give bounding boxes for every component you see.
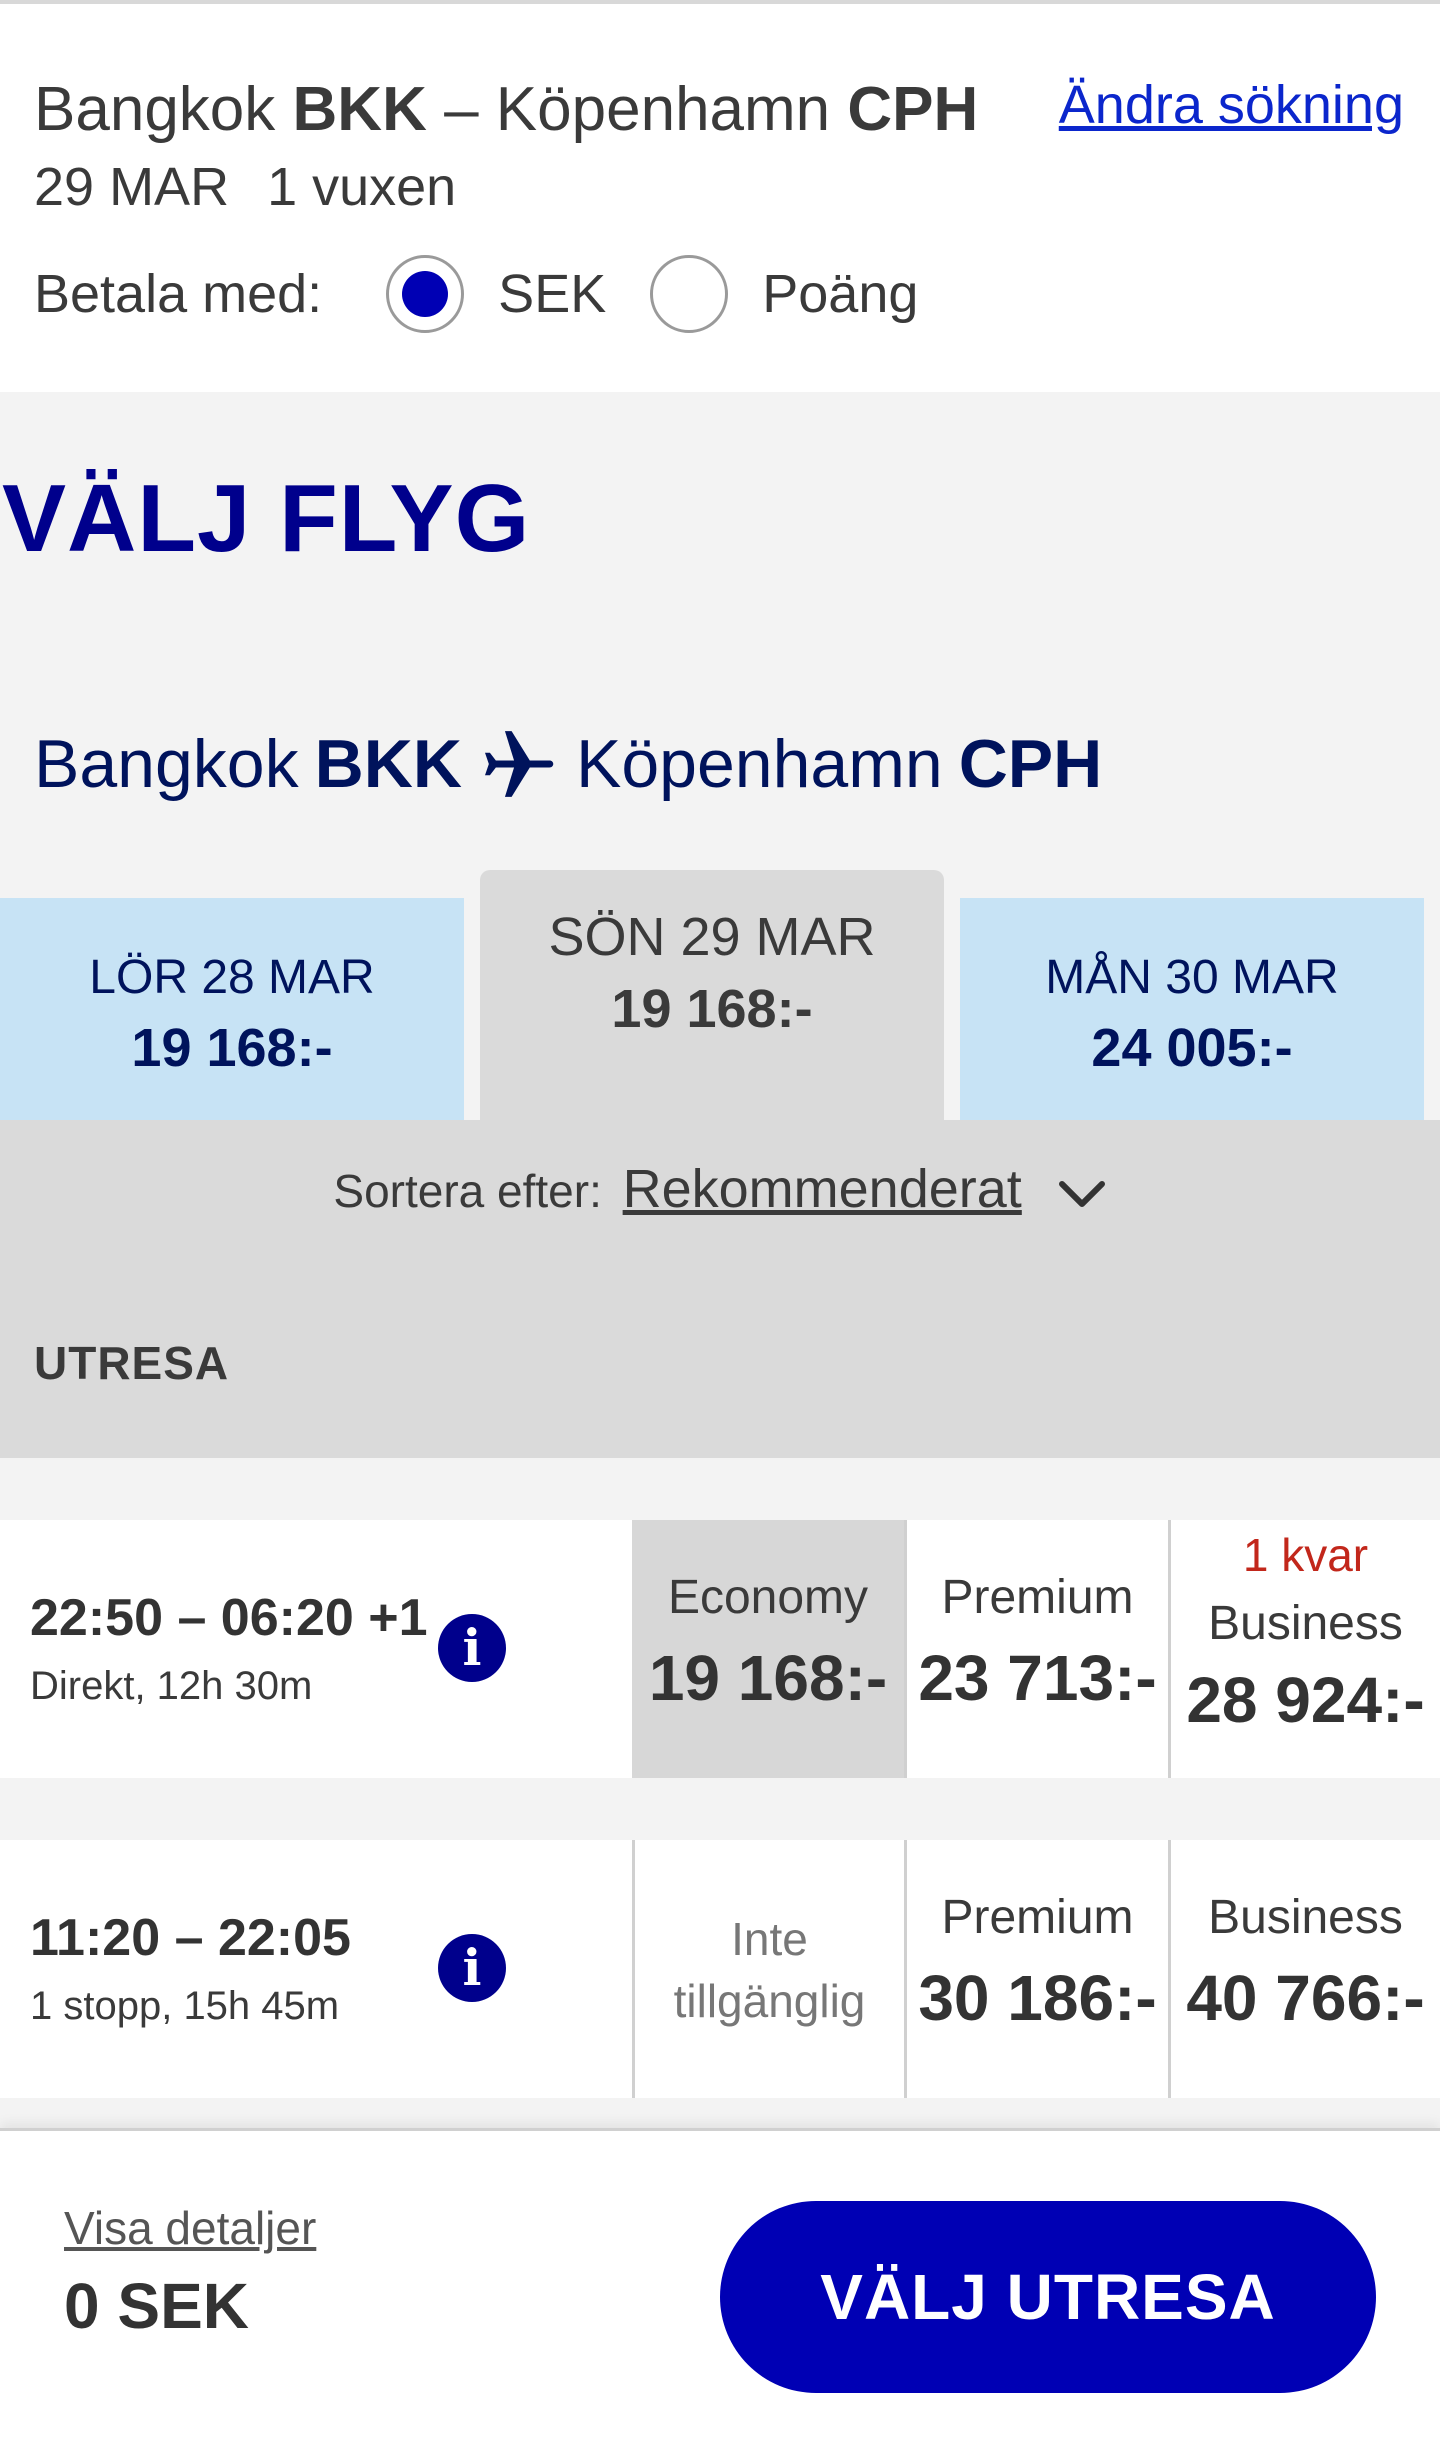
flight-times: 22:50 – 06:20 +1 (30, 1589, 428, 1647)
radio-points[interactable] (650, 255, 729, 333)
info-icon[interactable]: i (438, 1614, 506, 1682)
route-to-code: CPH (958, 726, 1103, 802)
fare-class: Business (1208, 1891, 1403, 1944)
summary-passengers: 1 vuxen (267, 157, 457, 217)
flight-row: 22:50 – 06:20 +1 Direkt, 12h 30m i Econo… (0, 1520, 1440, 1778)
date-tab-next[interactable]: MÅN 30 MAR 24 005:- (960, 898, 1424, 1122)
fare-class: Economy (667, 1571, 869, 1624)
booking-footer: Visa detaljer 0 SEK VÄLJ UTRESA (0, 2128, 1440, 2454)
unavailable-text: tillgänglig (673, 1975, 866, 2027)
fare-class: Premium (941, 1891, 1134, 1944)
summary-route: Bangkok BKK – Köpenhamn CPH (34, 74, 978, 145)
plane-icon (484, 731, 554, 797)
list-spacer (0, 2098, 1440, 2128)
radio-sek-label[interactable]: SEK (498, 263, 606, 325)
fare-price: 40 766:- (1186, 1962, 1425, 2034)
seats-left-note: 1 kvar (1242, 1529, 1369, 1581)
chevron-down-icon[interactable] (1057, 1178, 1107, 1212)
summary-to-city: Köpenhamn (495, 75, 831, 144)
sort-label: Sortera efter: (333, 1165, 602, 1217)
flight-times: 11:20 – 22:05 (30, 1909, 351, 1967)
info-icon[interactable]: i (438, 1934, 506, 2002)
sort-value[interactable]: Rekommenderat (623, 1159, 1022, 1219)
fare-business[interactable]: 1 kvar Business 28 924:- (1171, 1520, 1440, 1778)
fare-economy[interactable]: Economy 19 168:- (632, 1520, 904, 1778)
unavailable-text: Inte (731, 1913, 808, 1965)
select-outbound-button[interactable]: VÄLJ UTRESA (720, 2201, 1376, 2393)
list-spacer (0, 1778, 1440, 1840)
summary-meta: 29 MAR 1 vuxen (34, 156, 456, 218)
fare-business[interactable]: Business 40 766:- (1171, 1840, 1440, 2098)
fare-economy-unavailable: Inte tillgänglig (635, 1840, 904, 2098)
radio-sek[interactable] (386, 255, 465, 333)
fare-price: 19 168:- (648, 1642, 888, 1714)
route-from-code: BKK (314, 726, 462, 802)
show-details-link[interactable]: Visa detaljer (64, 2201, 316, 2255)
fare-price: 28 924:- (1186, 1664, 1425, 1736)
date-tab-label: MÅN 30 MAR (1045, 951, 1339, 1004)
radio-points-label[interactable]: Poäng (762, 263, 918, 325)
list-spacer (0, 1458, 1440, 1520)
fare-class: Premium (941, 1571, 1134, 1624)
date-tab-label: SÖN 29 MAR (548, 907, 876, 967)
summary-to-code: CPH (847, 75, 979, 144)
total-price: 0 SEK (64, 2270, 249, 2342)
fare-premium[interactable]: Premium 23 713:- (907, 1520, 1168, 1778)
date-tab-price: 19 168:- (131, 1018, 333, 1078)
outbound-heading: UTRESA (34, 1337, 230, 1389)
route-to-city: Köpenhamn (575, 726, 943, 802)
flight-details: 1 stopp, 15h 45m (30, 1984, 340, 2028)
flight-row: 11:20 – 22:05 1 stopp, 15h 45m i Inte ti… (0, 1840, 1440, 2098)
sort-dropdown[interactable]: Sortera efter: Rekommenderat (0, 1158, 1440, 1220)
fare-price: 23 713:- (918, 1642, 1157, 1714)
sort-bar: Sortera efter: Rekommenderat UTRESA (0, 1120, 1440, 1458)
date-tab-price: 19 168:- (611, 979, 813, 1039)
route-from-city: Bangkok (34, 726, 299, 802)
date-tab-selected[interactable]: SÖN 29 MAR 19 168:- (480, 870, 944, 1122)
flight-details: Direkt, 12h 30m (30, 1664, 313, 1708)
date-tab-price: 24 005:- (1091, 1018, 1293, 1078)
fare-class: Business (1208, 1597, 1403, 1650)
route-heading: Bangkok BKK Köpenhamn CPH (34, 722, 1102, 806)
summary-date: 29 MAR (34, 157, 230, 217)
date-tab-prev[interactable]: LÖR 28 MAR 19 168:- (0, 898, 464, 1122)
summary-separator: – (444, 75, 479, 144)
fare-premium[interactable]: Premium 30 186:- (907, 1840, 1168, 2098)
pay-with-row: Betala med: SEK Poäng (34, 254, 952, 334)
summary-from-city: Bangkok (34, 75, 276, 144)
change-search-link[interactable]: Ändra sökning (1059, 74, 1404, 136)
pay-with-label: Betala med: (34, 264, 323, 324)
summary-from-code: BKK (292, 75, 427, 144)
page-title: VÄLJ FLYG (2, 465, 531, 572)
fare-price: 30 186:- (918, 1962, 1157, 2034)
search-summary: Bangkok BKK – Köpenhamn CPH Ändra söknin… (0, 4, 1440, 392)
date-tab-label: LÖR 28 MAR (89, 951, 375, 1004)
